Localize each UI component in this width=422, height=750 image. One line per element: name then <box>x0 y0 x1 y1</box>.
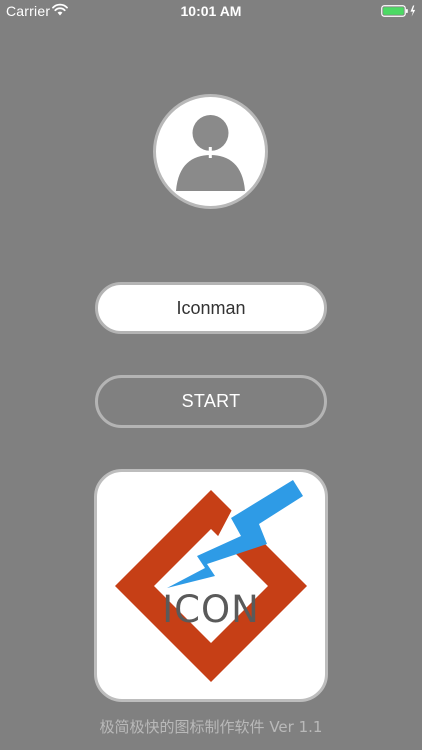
icon-diamond-logo <box>115 480 307 682</box>
battery-icon <box>381 5 416 17</box>
start-button[interactable]: START <box>95 375 327 428</box>
person-add-icon <box>176 115 245 191</box>
clock-time: 10:01 AM <box>180 3 242 19</box>
name-input[interactable]: Iconman <box>95 282 327 334</box>
app-logo: ICON <box>94 469 328 702</box>
footer-version-text: 极简极快的图标制作软件 Ver 1.1 <box>99 718 323 736</box>
avatar-button[interactable] <box>153 94 268 209</box>
status-bar: Carrier 10:01 AM <box>0 0 422 22</box>
logo-text: ICON <box>162 588 260 631</box>
